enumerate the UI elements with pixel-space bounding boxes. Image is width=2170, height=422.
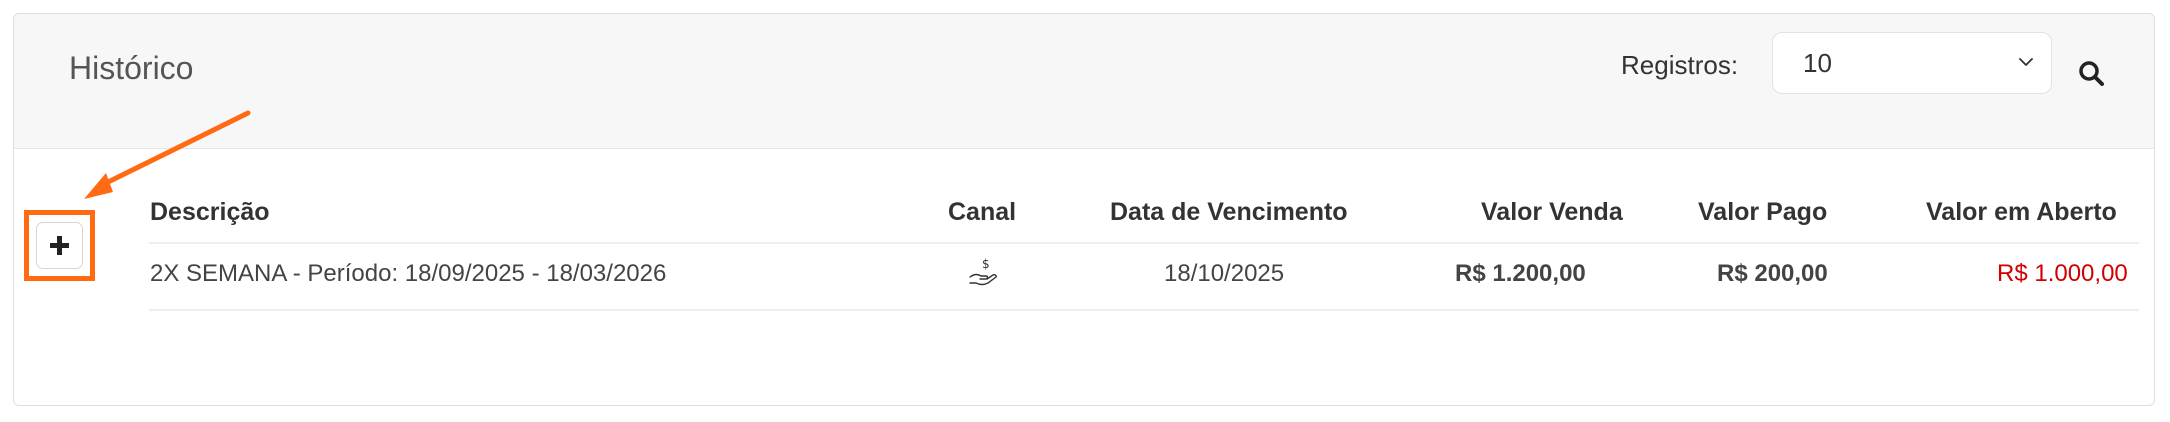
page-title: Histórico (69, 50, 194, 86)
col-header-valor-pago: Valor Pago (1698, 198, 1828, 226)
col-header-descricao: Descrição (150, 198, 270, 226)
expand-row-button[interactable] (36, 222, 83, 269)
card-header: Histórico Registros: 10 (14, 14, 2154, 149)
cell-descricao: 2X SEMANA - Período: 18/09/2025 - 18/03/… (150, 260, 667, 287)
col-header-data-vencimento: Data de Vencimento (1110, 198, 1348, 226)
cell-data-vencimento: 18/10/2025 (1164, 260, 1285, 287)
historico-card: Histórico Registros: 10 Descrição Canal … (13, 13, 2155, 406)
svg-text:$: $ (982, 257, 990, 271)
col-header-valor-venda: Valor Venda (1481, 198, 1623, 226)
col-header-valor-aberto: Valor em Aberto (1926, 198, 2117, 226)
header-divider (149, 242, 2139, 244)
registros-label: Registros: (1621, 50, 1739, 80)
registros-select[interactable]: 10 (1772, 32, 2052, 94)
row-divider (149, 309, 2139, 311)
chevron-down-icon (2019, 58, 2033, 66)
col-header-canal: Canal (948, 198, 1017, 226)
cell-valor-pago: R$ 200,00 (1717, 260, 1828, 287)
hand-money-icon: $ (969, 257, 997, 286)
registros-select-value: 10 (1803, 48, 1832, 78)
search-icon[interactable] (2076, 58, 2108, 90)
plus-icon (50, 236, 69, 255)
cell-valor-venda: R$ 1.200,00 (1455, 260, 1586, 287)
cell-valor-aberto: R$ 1.000,00 (1997, 260, 2128, 287)
